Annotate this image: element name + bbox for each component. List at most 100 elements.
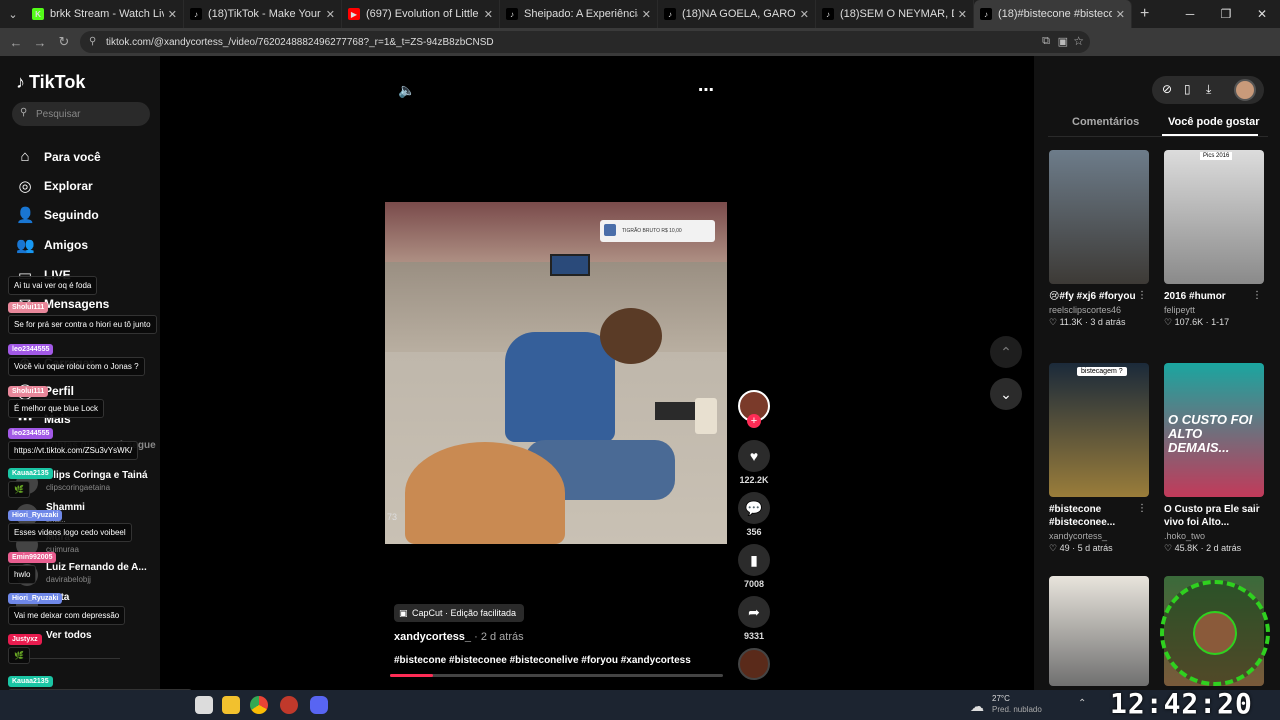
browser-tab[interactable]: ♪ (18)TikTok - Make Your Day ✕ bbox=[184, 0, 342, 28]
video-hashtags[interactable]: #bistecone #bisteconee #bisteconelive #f… bbox=[394, 655, 691, 666]
tab-favicon-icon: ♪ bbox=[822, 8, 834, 20]
browser-tab[interactable]: ♪ (18)#bistecone #bistecone# ✕ bbox=[974, 0, 1132, 28]
follow-plus-icon[interactable]: + bbox=[747, 414, 761, 428]
translate-icon[interactable]: ⧉ bbox=[1042, 35, 1050, 48]
app-red-icon[interactable] bbox=[280, 696, 298, 714]
taskview-icon[interactable] bbox=[195, 696, 213, 714]
reload-icon[interactable]: ↻ bbox=[52, 34, 76, 50]
card-caption[interactable]: #bistecone #bisteconee... bbox=[1049, 503, 1149, 529]
site-info-icon[interactable]: ⚲ bbox=[89, 36, 96, 47]
tab-close-icon[interactable]: ✕ bbox=[168, 8, 177, 21]
tiktok-logo[interactable]: ♪ TikTok bbox=[16, 72, 85, 93]
browser-tab[interactable]: ▶ (697) Evolution of Little Nightm ✕ bbox=[342, 0, 500, 28]
cast-icon[interactable]: ▣ bbox=[1058, 35, 1068, 48]
card-thumbnail[interactable]: bistecagem ? bbox=[1049, 363, 1149, 497]
comment-action[interactable]: 💬 356 bbox=[738, 492, 770, 537]
tab-close-icon[interactable]: ✕ bbox=[958, 8, 967, 21]
video-more-icon[interactable]: ⋯ bbox=[698, 80, 714, 100]
next-video-icon[interactable]: ⌄ bbox=[990, 378, 1022, 410]
card-more-icon[interactable]: ⋮ bbox=[1252, 503, 1262, 514]
discord-icon[interactable] bbox=[310, 696, 328, 714]
see-all-link[interactable]: Ver todos bbox=[46, 630, 92, 641]
card-more-icon[interactable]: ⋮ bbox=[1137, 503, 1147, 514]
chat-emote-icon: 🌿 bbox=[8, 647, 30, 664]
download-icon[interactable]: ⤓ bbox=[1206, 82, 1211, 97]
card-caption[interactable]: 2016 #humor bbox=[1164, 290, 1264, 303]
tab-search-icon[interactable]: ⌄ bbox=[0, 0, 26, 28]
sidebar-item-explorar[interactable]: ◎ Explorar bbox=[16, 177, 92, 195]
back-icon[interactable]: ← bbox=[4, 35, 28, 50]
card-more-icon[interactable]: ⋮ bbox=[1137, 290, 1147, 301]
forward-icon[interactable]: → bbox=[28, 35, 52, 50]
author-name[interactable]: xandycortess_ bbox=[394, 631, 471, 643]
card-more-icon[interactable]: ⋮ bbox=[1252, 290, 1262, 301]
browser-tab[interactable]: K brkk Stream - Watch Live o ✕ bbox=[26, 0, 184, 28]
video-person-head bbox=[600, 308, 662, 364]
card-author[interactable]: reelsclipscortes46 bbox=[1049, 305, 1149, 315]
device-icon[interactable]: ▯ bbox=[1184, 82, 1191, 96]
browser-tab[interactable]: ♪ (18)SEM O NEYMAR, DÁ PARA ✕ bbox=[816, 0, 974, 28]
tab-comments[interactable]: Comentários bbox=[1072, 116, 1139, 128]
video-cup bbox=[695, 398, 717, 434]
card-author[interactable]: felipeytt bbox=[1164, 305, 1264, 315]
like-count: 122.2K bbox=[739, 475, 769, 485]
heart-icon[interactable]: ♥ bbox=[738, 440, 770, 472]
recommended-video-card[interactable]: bistecagem ? #bistecone #bisteconee... x… bbox=[1049, 363, 1149, 554]
minimize-icon[interactable]: ─ bbox=[1172, 0, 1208, 28]
tab-close-icon[interactable]: ✕ bbox=[326, 8, 335, 21]
browser-tab[interactable]: ♪ Sheipado: A Experiência de Ser ✕ bbox=[500, 0, 658, 28]
window-close-icon[interactable]: ✕ bbox=[1244, 0, 1280, 28]
search-input[interactable]: ⚲ Pesquisar bbox=[12, 102, 150, 126]
explore-compass-icon[interactable]: ⊘ bbox=[1162, 82, 1172, 96]
share-action[interactable]: ➦ 9331 bbox=[738, 596, 770, 641]
video-author[interactable]: xandycortess_ · 2 d atrás bbox=[394, 631, 524, 643]
watermark-face bbox=[1193, 611, 1237, 655]
share-icon[interactable]: ➦ bbox=[738, 596, 770, 628]
card-thumbnail[interactable] bbox=[1049, 576, 1149, 686]
chrome-icon[interactable] bbox=[250, 696, 268, 714]
recommended-video-card[interactable] bbox=[1049, 576, 1149, 686]
video-player[interactable]: TIGRÃO BRUTO R$ 10,00 73 bbox=[385, 202, 727, 544]
tray-chevron-icon[interactable]: ⌃ bbox=[1078, 698, 1086, 709]
sidebar-item-label: Amigos bbox=[44, 238, 89, 252]
capcut-badge[interactable]: ▣ CapCut · Edição facilitada bbox=[394, 604, 525, 622]
tab-close-icon[interactable]: ✕ bbox=[642, 8, 651, 21]
recommended-video-card[interactable]: Pics 2016 2016 #humor felipeytt ♡ 107.6K… bbox=[1164, 150, 1264, 328]
file-explorer-icon[interactable] bbox=[222, 696, 240, 714]
recommended-video-card[interactable]: O CUSTO FOI ALTO DEMAIS... O Custo pra E… bbox=[1164, 363, 1264, 554]
bookmark-star-icon[interactable]: ☆ bbox=[1073, 34, 1084, 48]
maximize-icon[interactable]: ❐ bbox=[1208, 0, 1244, 28]
comment-icon[interactable]: 💬 bbox=[738, 492, 770, 524]
card-author[interactable]: .hoko_two bbox=[1164, 531, 1264, 541]
save-action[interactable]: ▮ 7008 bbox=[738, 544, 770, 589]
bookmark-icon[interactable]: ▮ bbox=[738, 544, 770, 576]
video-progress-bar[interactable] bbox=[390, 674, 723, 677]
card-thumbnail[interactable] bbox=[1049, 150, 1149, 284]
url-input[interactable]: ⚲ tiktok.com/@xandycortess_/video/762024… bbox=[80, 31, 1090, 53]
browser-tab[interactable]: ♪ (18)NA GOELA, GAROTINHO ✕ bbox=[658, 0, 816, 28]
like-action[interactable]: ♥ 122.2K bbox=[738, 440, 770, 485]
search-icon: ⚲ bbox=[20, 107, 28, 118]
tab-favicon-icon: ♪ bbox=[980, 8, 992, 20]
card-caption[interactable]: 😢#fy #xj6 #foryou bbox=[1049, 290, 1149, 303]
card-author[interactable]: xandycortess_ bbox=[1049, 531, 1149, 541]
card-thumbnail[interactable]: O CUSTO FOI ALTO DEMAIS... bbox=[1164, 363, 1264, 497]
sidebar-item-seguindo[interactable]: 👤 Seguindo bbox=[16, 206, 99, 224]
chat-text: Vai me deixar com depressão bbox=[8, 606, 126, 625]
recommended-video-card[interactable]: 😢#fy #xj6 #foryou reelsclipscortes46 ♡ 1… bbox=[1049, 150, 1149, 328]
tab-close-icon[interactable]: ✕ bbox=[800, 8, 809, 21]
card-thumbnail[interactable]: Pics 2016 bbox=[1164, 150, 1264, 284]
previous-video-icon[interactable]: ⌃ bbox=[990, 336, 1022, 368]
sidebar-item-para-você[interactable]: ⌂ Para você bbox=[16, 148, 100, 165]
sidebar-item-amigos[interactable]: 👥 Amigos bbox=[16, 236, 88, 254]
new-tab-button[interactable]: + bbox=[1140, 5, 1149, 23]
tab-close-icon[interactable]: ✕ bbox=[1116, 8, 1125, 21]
chat-username: leo2344555 bbox=[8, 344, 54, 355]
music-disc-icon[interactable] bbox=[738, 648, 770, 680]
tab-title: (697) Evolution of Little Nightm bbox=[366, 8, 480, 20]
volume-icon[interactable]: 🔈 bbox=[398, 82, 415, 99]
tab-you-may-like[interactable]: Você pode gostar bbox=[1168, 116, 1259, 128]
tab-close-icon[interactable]: ✕ bbox=[484, 8, 493, 21]
card-caption[interactable]: O Custo pra Ele sair vivo foi Alto... bbox=[1164, 503, 1264, 529]
user-avatar[interactable] bbox=[1234, 79, 1256, 101]
